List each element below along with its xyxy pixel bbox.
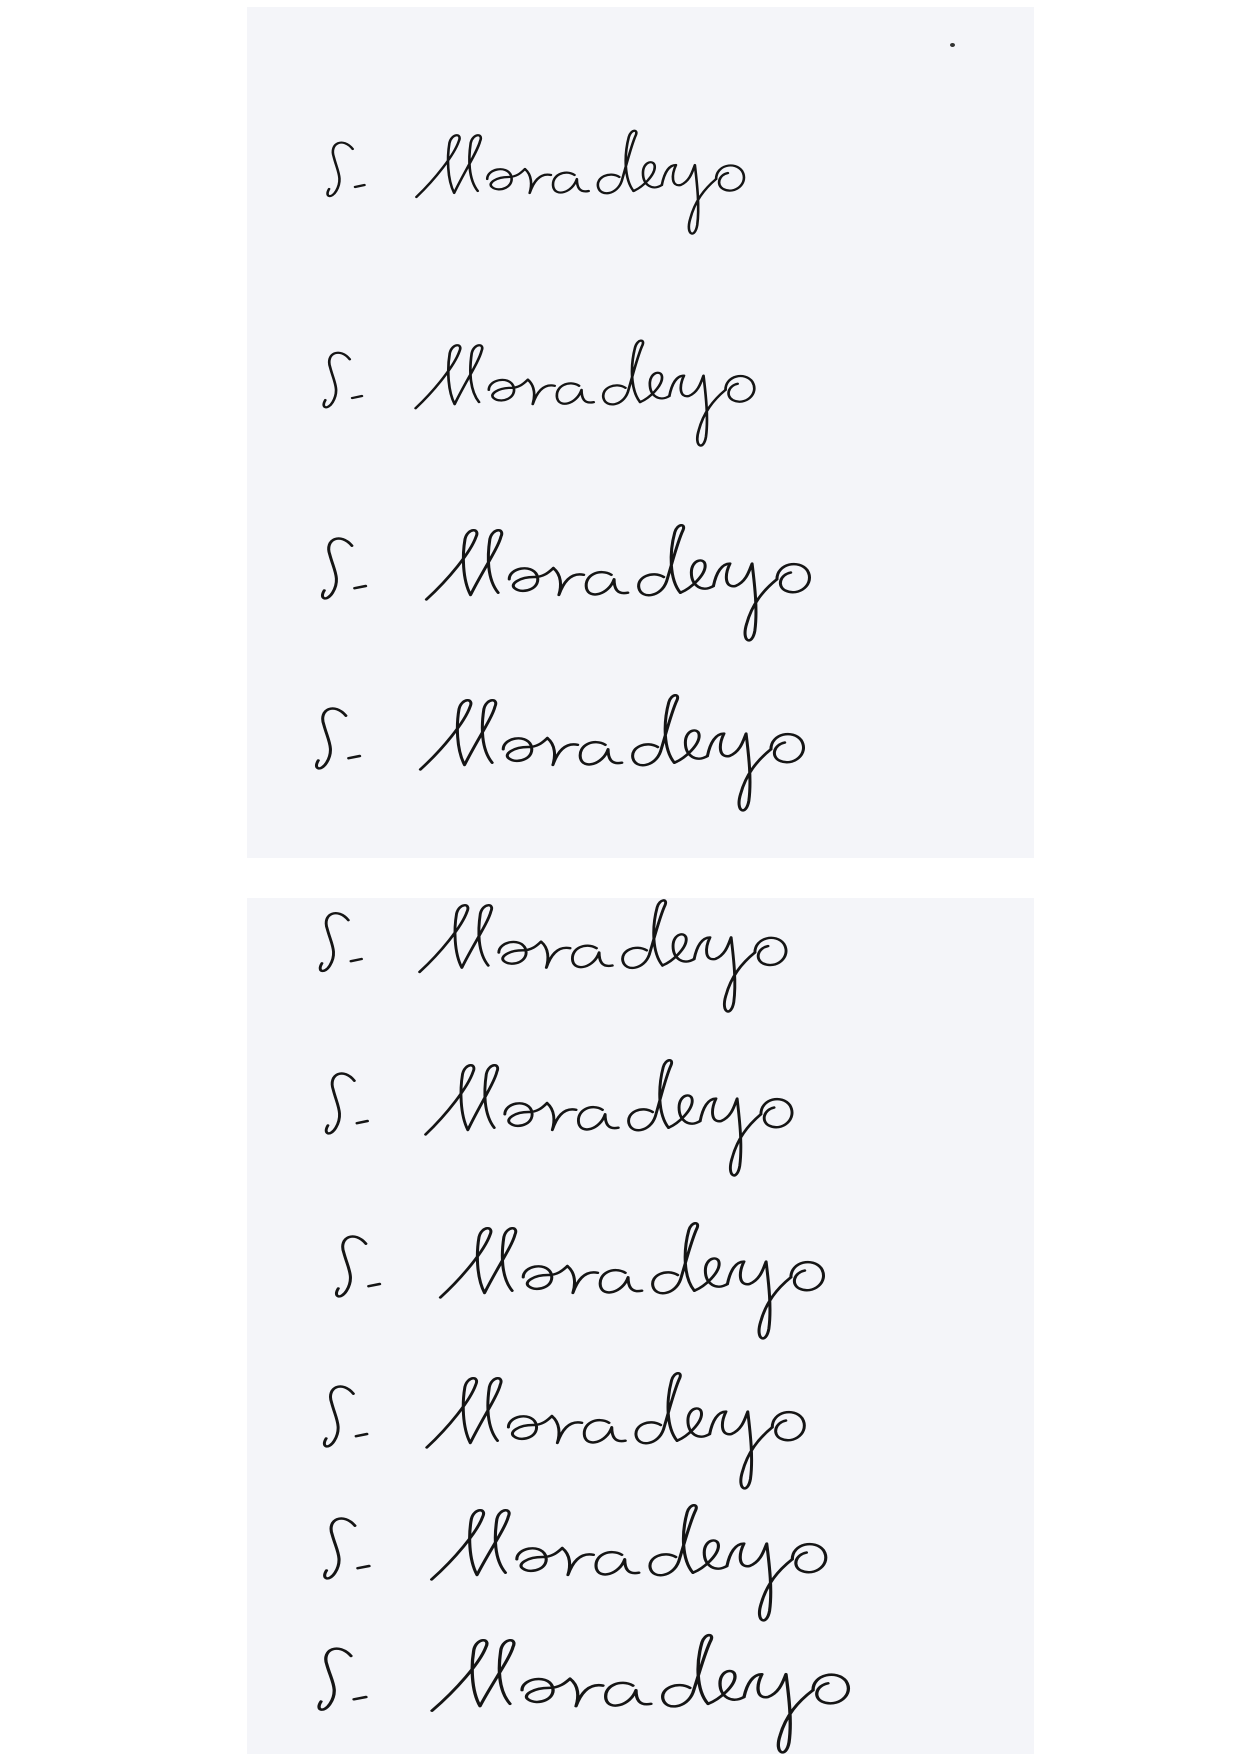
top-sheet bbox=[247, 7, 1034, 858]
bottom-sheet bbox=[247, 898, 1034, 1754]
paper-speck bbox=[950, 43, 955, 47]
